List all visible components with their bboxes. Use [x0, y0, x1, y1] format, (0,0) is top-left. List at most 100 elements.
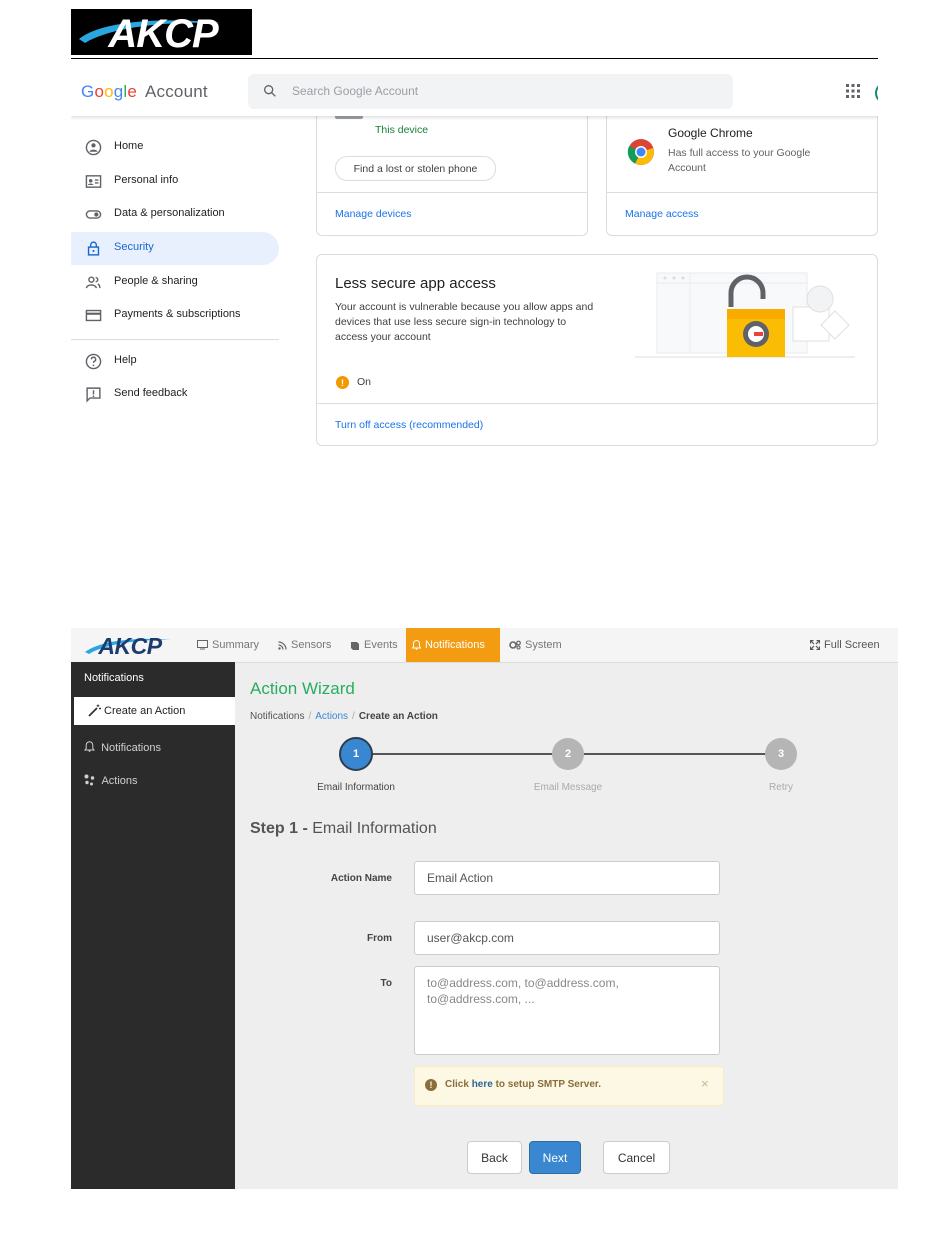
manage-devices-link[interactable]: Manage devices [335, 208, 411, 220]
alert-message: Click here to setup SMTP Server. [445, 1079, 601, 1090]
wizard-step-3-label: Retry [769, 782, 793, 793]
nav-item-security[interactable]: Security [71, 232, 279, 265]
from-label: From [367, 933, 392, 944]
toggle-icon [85, 210, 102, 219]
nav-item-send-feedback[interactable]: Send feedback [71, 378, 279, 411]
rss-icon [278, 640, 287, 650]
sidebar-item-create-action[interactable]: Create an Action [74, 697, 235, 725]
alert-text-before: Click [445, 1079, 472, 1090]
wizard-step-2-label: Email Message [533, 782, 603, 793]
find-phone-button[interactable]: Find a lost or stolen phone [335, 156, 496, 181]
nav-label: Home [114, 140, 144, 152]
nav-item-help[interactable]: Help [71, 345, 279, 378]
access-status: On [357, 376, 372, 388]
alert-text-after: to setup SMTP Server. [492, 1079, 601, 1090]
akcp-logo[interactable]: AKCP [83, 632, 175, 658]
breadcrumb-actions-link[interactable]: Actions [315, 711, 348, 722]
magic-wand-icon [88, 704, 101, 717]
sidebar-item-label: Actions [101, 775, 138, 787]
wizard-step-1-label: Email Information [317, 782, 395, 793]
less-secure-app-card: Less secure app access Your account is v… [316, 254, 878, 446]
nav-system[interactable]: System [503, 628, 568, 662]
nav-item-home[interactable]: Home [71, 131, 279, 164]
sidebar-item-actions[interactable]: Actions [84, 774, 138, 787]
to-label: To [380, 978, 392, 989]
nav-label: Events [364, 639, 398, 651]
search-placeholder: Search Google Account [292, 84, 419, 98]
turn-off-access-link[interactable]: Turn off access (recommended) [335, 419, 483, 431]
nav-item-people-sharing[interactable]: People & sharing [71, 266, 279, 299]
warning-icon: ! [336, 376, 349, 389]
cancel-button[interactable]: Cancel [603, 1141, 670, 1174]
avatar[interactable] [875, 82, 878, 104]
akcp-document-logo: AKCP [71, 9, 252, 56]
brand-account-word: Account [144, 82, 208, 101]
chrome-desc-line2: Account [668, 162, 706, 174]
breadcrumb-current: Create an Action [358, 711, 438, 722]
apps-grid-icon[interactable] [846, 84, 860, 98]
actions-icon [84, 774, 95, 786]
action-name-input[interactable]: Email Action [414, 861, 720, 895]
lock-icon [87, 241, 100, 256]
close-icon[interactable]: × [701, 1076, 709, 1091]
full-screen-button[interactable]: Full Screen [804, 628, 886, 662]
action-name-label: Action Name [330, 873, 392, 884]
full-screen-label: Full Screen [824, 639, 880, 651]
breadcrumb-separator: / [308, 711, 312, 722]
card-divider [317, 403, 877, 404]
to-textarea[interactable]: to@address.com, to@address.com, to@addre… [414, 966, 720, 1055]
nav-label: System [525, 639, 562, 651]
google-top-bar: Google Account Search Google Account [71, 66, 878, 116]
credit-card-icon [85, 309, 102, 322]
nav-label: People & sharing [114, 275, 198, 287]
card-divider [317, 192, 587, 193]
bell-icon [84, 741, 95, 752]
warning-icon: ! [425, 1079, 437, 1091]
next-button[interactable]: Next [529, 1141, 581, 1174]
wizard-step-1[interactable]: 1 [339, 737, 373, 771]
wizard-step-3[interactable]: 3 [765, 738, 797, 770]
google-account-brand[interactable]: Google Account [81, 82, 208, 102]
chrome-icon [627, 139, 654, 165]
step-heading-name: Email Information [312, 820, 437, 837]
nav-divider [71, 339, 279, 340]
nav-label: Notifications [425, 639, 485, 651]
brand-letter: e [127, 82, 138, 101]
step-heading-prefix: Step 1 - [250, 820, 313, 837]
nav-sensors[interactable]: Sensors [272, 628, 337, 662]
this-device-label: This device [375, 124, 429, 136]
nav-summary[interactable]: Summary [191, 628, 265, 662]
brand-letter: o [104, 82, 114, 101]
brand-letter: G [81, 82, 95, 101]
back-button[interactable]: Back [467, 1141, 522, 1174]
from-input[interactable]: user@akcp.com [414, 921, 720, 955]
setup-smtp-link[interactable]: here [472, 1079, 493, 1090]
wizard-step-2[interactable]: 2 [552, 738, 584, 770]
nav-label: Data & personalization [114, 207, 225, 219]
less-secure-desc-line2: devices that use less secure sign-in tec… [335, 316, 567, 328]
page-title: Action Wizard [250, 679, 355, 698]
nav-item-payments[interactable]: Payments & subscriptions [71, 299, 279, 332]
brand-letter: o [94, 82, 105, 101]
breadcrumb-root: Notifications [250, 711, 305, 722]
akcp-logo-text: AKCP [97, 633, 162, 658]
nav-label: Help [114, 354, 137, 366]
header-rule [71, 58, 878, 59]
gears-icon [509, 640, 521, 650]
nav-events[interactable]: Events [344, 628, 404, 662]
nav-item-personal-info[interactable]: Personal info [71, 165, 279, 198]
brand-letter: g [113, 82, 124, 101]
manage-access-link[interactable]: Manage access [625, 208, 699, 220]
sidebar-item-notifications[interactable]: Notifications [84, 741, 161, 754]
step-heading: Step 1 - Email Information [250, 820, 437, 838]
nav-item-data-personalization[interactable]: Data & personalization [71, 198, 279, 231]
nav-label: Payments & subscriptions [114, 308, 241, 320]
breadcrumb: Notifications / Actions / Create an Action [250, 711, 438, 722]
nav-label: Summary [212, 639, 260, 651]
smtp-warning-alert: ! Click here to setup SMTP Server. × [414, 1066, 724, 1106]
search-input[interactable]: Search Google Account [248, 74, 733, 109]
card-divider [607, 192, 877, 193]
nav-notifications[interactable]: Notifications [406, 628, 500, 662]
akcp-action-wizard-screenshot: AKCP Summary Sensors Events Notification… [71, 628, 898, 1189]
chrome-desc-line1: Has full access to your Google [668, 147, 811, 159]
